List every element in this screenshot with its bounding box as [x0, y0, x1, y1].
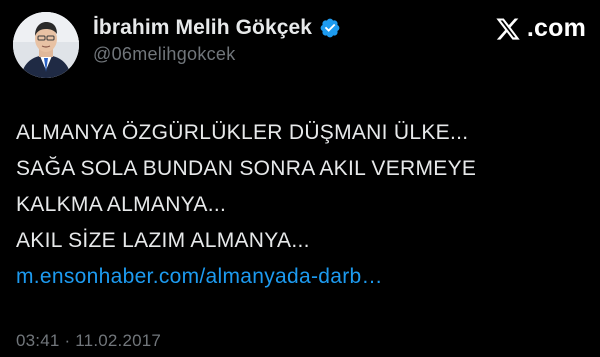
tweet-text: ALMANYA ÖZGÜRLÜKLER DÜŞMANI ÜLKE... SAĞA…	[16, 115, 586, 295]
tweet-card: İbrahim Melih Gökçek @06melihgokcek .com…	[0, 0, 600, 357]
author-handle[interactable]: @06melihgokcek	[93, 44, 341, 65]
display-name[interactable]: İbrahim Melih Gökçek	[93, 16, 312, 40]
tweet-line: AKIL SİZE LAZIM ALMANYA...	[16, 229, 310, 252]
meta-separator: ·	[59, 331, 76, 350]
brand-watermark: .com	[495, 14, 586, 43]
brand-text: .com	[526, 14, 586, 42]
tweet-line: ALMANYA ÖZGÜRLÜKLER DÜŞMANI ÜLKE...	[16, 121, 469, 144]
tweet-date: 11.02.2017	[75, 331, 162, 350]
tweet-header: İbrahim Melih Gökçek @06melihgokcek .com	[13, 8, 587, 78]
author-names: İbrahim Melih Gökçek @06melihgokcek	[93, 13, 341, 65]
tweet-line: SAĞA SOLA BUNDAN SONRA AKIL VERMEYE	[16, 157, 477, 180]
tweet-time: 03:41	[16, 331, 60, 350]
tweet-line: KALKMA ALMANYA...	[16, 193, 227, 216]
verified-badge-icon	[320, 18, 340, 38]
display-name-row: İbrahim Melih Gökçek	[93, 13, 341, 43]
avatar-image	[13, 12, 79, 78]
avatar[interactable]	[13, 12, 79, 78]
x-logo-icon	[496, 17, 520, 40]
tweet-link[interactable]: m.ensonhaber.com/almanyada-darb…	[16, 259, 586, 295]
tweet-timestamp[interactable]: 03:41 · 11.02.2017	[16, 331, 161, 351]
